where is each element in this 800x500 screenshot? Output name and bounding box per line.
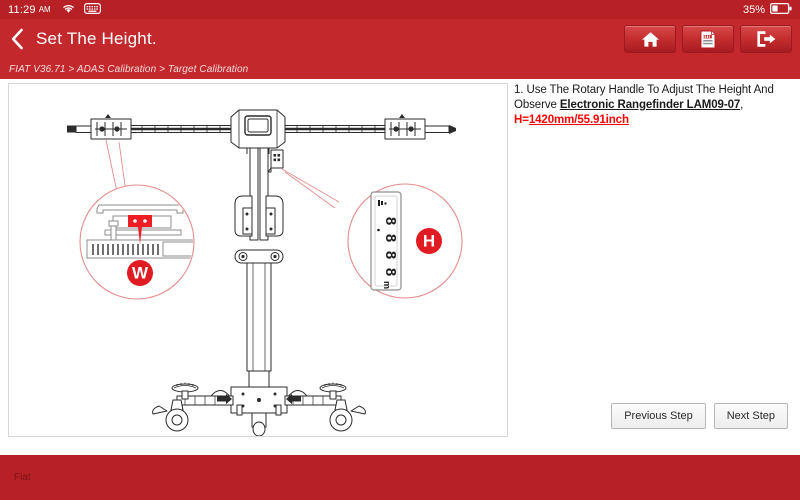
report-button[interactable]	[682, 25, 734, 53]
instruction-text: 1. Use The Rotary Handle To Adjust The H…	[514, 83, 794, 128]
svg-text:8: 8	[382, 217, 399, 225]
app-root: 11:29 AM 35% Set The Height. FIAT V36.71…	[0, 0, 800, 500]
status-ampm: AM	[38, 5, 51, 14]
callout-h-label: H	[423, 232, 435, 251]
home-button[interactable]	[624, 25, 676, 53]
height-label: H=	[514, 114, 529, 126]
wifi-icon	[62, 1, 75, 19]
title-bar: Set The Height.	[0, 19, 800, 59]
breadcrumb: FIAT V36.71 > ADAS Calibration > Target …	[0, 59, 800, 79]
previous-step-button[interactable]: Previous Step	[611, 403, 706, 429]
status-time: 11:29	[8, 3, 36, 16]
callout-w-label: W	[132, 264, 149, 283]
svg-text:8: 8	[382, 251, 399, 259]
instruction-panel: 1. Use The Rotary Handle To Adjust The H…	[514, 83, 794, 437]
status-bar: 11:29 AM 35%	[0, 0, 800, 19]
battery-icon	[769, 1, 792, 19]
page-title: Set The Height.	[36, 29, 157, 48]
content-area: W 8 8 8 8 m H 1. Use The Rotary Handle T…	[0, 79, 800, 455]
calibration-stand-diagram: W 8 8 8 8 m H	[67, 109, 463, 436]
height-value: 1420mm/55.91inch	[528, 114, 629, 126]
step-button-group: Previous Step Next Step	[611, 403, 788, 429]
footer-brand: Fiat	[14, 472, 31, 483]
svg-text:8: 8	[382, 268, 399, 276]
svg-text:8: 8	[382, 234, 399, 242]
device-name: Electronic Rangefinder LAM09-07	[559, 99, 741, 111]
home-icon	[641, 31, 659, 47]
back-button[interactable]	[0, 19, 34, 59]
next-step-button[interactable]: Next Step	[713, 403, 788, 429]
breadcrumb-text: FIAT V36.71 > ADAS Calibration > Target …	[9, 63, 249, 75]
diagram-panel: W 8 8 8 8 m H	[8, 83, 508, 437]
exit-button[interactable]	[740, 25, 792, 53]
instruction-comma: ,	[740, 99, 744, 111]
height-value-line: H=1420mm/55.91inch	[514, 113, 794, 128]
battery-percent: 35%	[742, 3, 765, 16]
report-icon	[700, 30, 716, 48]
exit-icon	[757, 31, 776, 47]
chevron-left-icon	[11, 28, 23, 50]
rangefinder-unit: m	[382, 281, 392, 289]
keyboard-icon	[83, 1, 101, 19]
footer-bar: Fiat	[0, 455, 800, 500]
callout-w: W	[79, 139, 195, 300]
callout-h: 8 8 8 8 m H	[281, 168, 463, 299]
toolbar-buttons	[624, 25, 792, 53]
